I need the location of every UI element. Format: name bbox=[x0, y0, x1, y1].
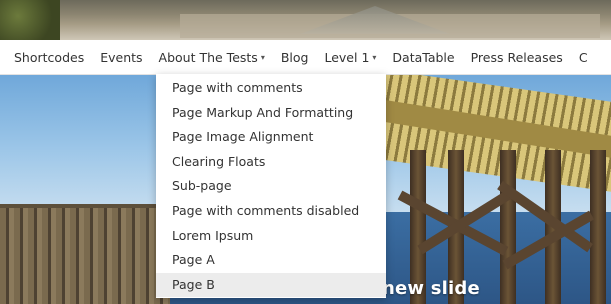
fence-graphic bbox=[0, 208, 170, 304]
about-the-tests-dropdown: Page with comments Page Markup And Forma… bbox=[156, 74, 386, 298]
dropdown-item-lorem-ipsum[interactable]: Lorem Ipsum bbox=[156, 224, 386, 249]
nav-item-about-the-tests[interactable]: About The Tests ▾ bbox=[159, 50, 265, 65]
bridge-pile bbox=[590, 150, 606, 304]
dropdown-item-page-markup-and-formatting[interactable]: Page Markup And Formatting bbox=[156, 101, 386, 126]
nav-item-datatable[interactable]: DataTable bbox=[392, 50, 454, 65]
dropdown-item-page-b[interactable]: Page B bbox=[156, 272, 386, 298]
dropdown-item-page-image-alignment[interactable]: Page Image Alignment bbox=[156, 125, 386, 150]
nav-item-level-1[interactable]: Level 1 ▾ bbox=[324, 50, 376, 65]
nav-item-label: Press Releases bbox=[470, 49, 563, 65]
nav-item-label: Events bbox=[100, 49, 143, 65]
tree-graphic bbox=[0, 0, 60, 40]
dropdown-item-page-a[interactable]: Page A bbox=[156, 248, 386, 273]
main-navbar: Shortcodes Events About The Tests ▾ Blog … bbox=[0, 40, 611, 75]
caret-down-icon: ▾ bbox=[372, 52, 377, 62]
nav-list: Shortcodes Events About The Tests ▾ Blog … bbox=[0, 40, 611, 74]
nav-item-label: Shortcodes bbox=[14, 49, 85, 65]
bridge-pile bbox=[500, 150, 516, 304]
dropdown-item-clearing-floats[interactable]: Clearing Floats bbox=[156, 150, 386, 175]
dropdown-item-page-with-comments[interactable]: Page with comments bbox=[156, 76, 386, 101]
nav-item-label: DataTable bbox=[392, 49, 455, 65]
nav-item-blog[interactable]: Blog bbox=[281, 50, 309, 65]
nav-item-label: C bbox=[578, 49, 588, 65]
nav-item-shortcodes[interactable]: Shortcodes bbox=[14, 50, 84, 65]
slide-caption: new slide bbox=[382, 278, 480, 299]
nav-item-label: Blog bbox=[280, 49, 309, 65]
caret-down-icon: ▾ bbox=[260, 52, 265, 62]
nav-item-label: Level 1 bbox=[324, 49, 370, 65]
header-image bbox=[0, 0, 611, 40]
nav-item-events[interactable]: Events bbox=[100, 50, 142, 65]
nav-item-press-releases[interactable]: Press Releases bbox=[471, 50, 563, 65]
nav-item-truncated[interactable]: C bbox=[579, 50, 588, 65]
dropdown-item-page-with-comments-disabled[interactable]: Page with comments disabled bbox=[156, 199, 386, 224]
dropdown-item-sub-page[interactable]: Sub-page bbox=[156, 174, 386, 199]
nav-item-label: About The Tests bbox=[158, 49, 258, 65]
